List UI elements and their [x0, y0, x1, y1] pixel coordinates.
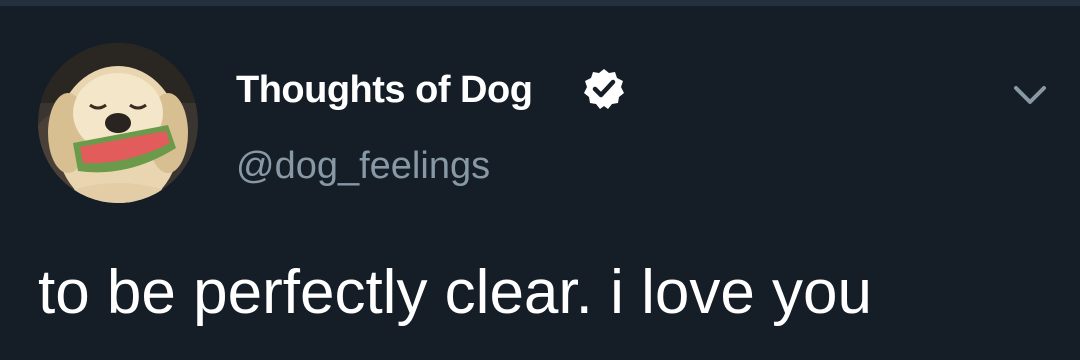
chevron-down-icon	[1014, 86, 1046, 104]
tweet-text: to be perfectly clear. i love you	[38, 258, 873, 327]
tweet-card[interactable]: Thoughts of Dog @dog_feelings to be perf…	[0, 6, 1080, 360]
avatar[interactable]	[38, 43, 198, 203]
verified-badge-icon	[582, 67, 626, 111]
user-handle[interactable]: @dog_feelings	[236, 144, 490, 188]
more-options-button[interactable]	[1008, 72, 1052, 116]
dog-avatar-image	[38, 43, 198, 203]
display-name[interactable]: Thoughts of Dog	[236, 68, 533, 112]
